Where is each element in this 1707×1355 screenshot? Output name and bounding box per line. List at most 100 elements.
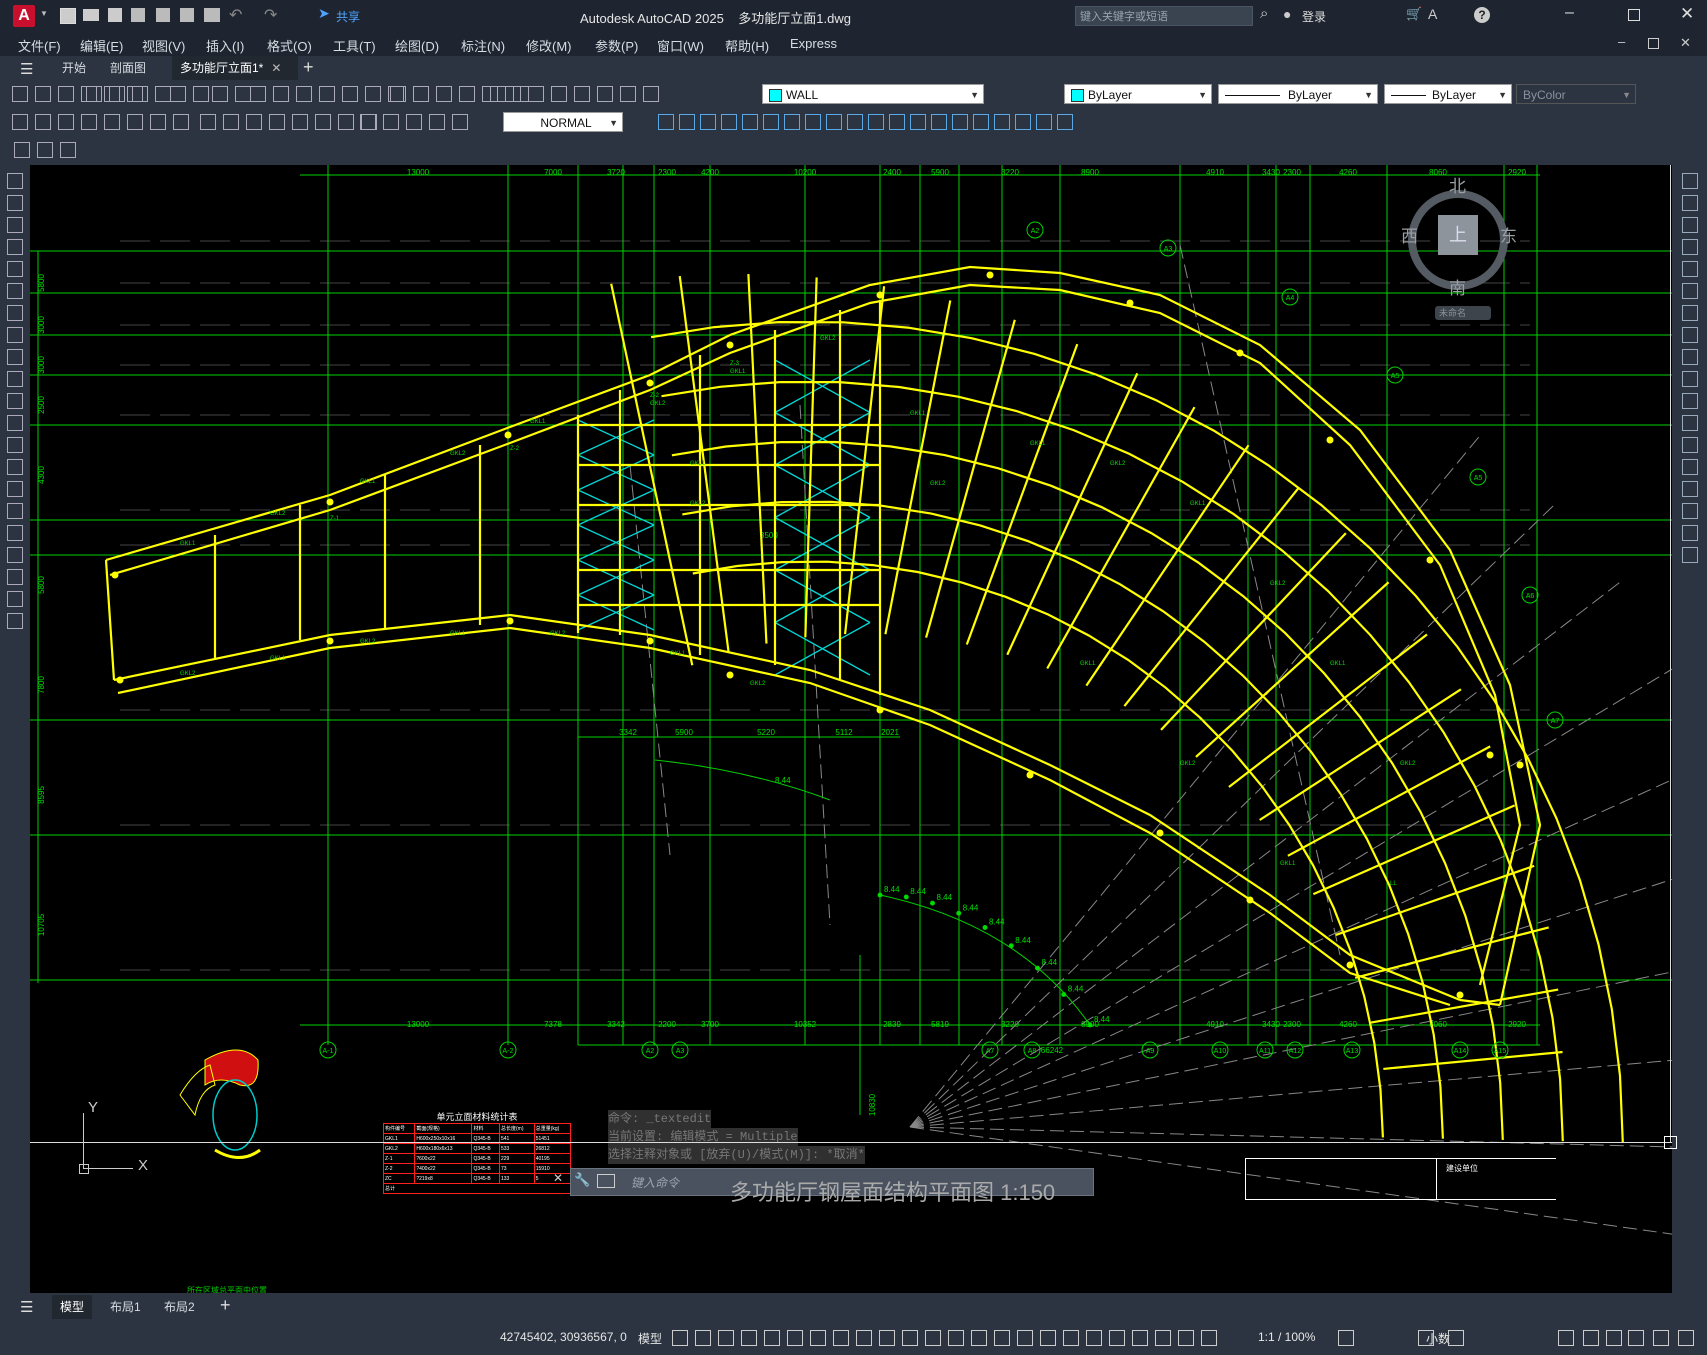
autodesk-account-icon[interactable]: A <box>1428 6 1437 22</box>
standard-tool-icon[interactable] <box>212 86 228 102</box>
status-tool-icon[interactable] <box>1606 1330 1622 1346</box>
tab-active-drawing[interactable]: 多功能厅立面1* ✕ <box>172 56 298 80</box>
coordinates-readout[interactable]: 42745402, 30936567, 0 <box>500 1330 627 1344</box>
draw-tool-icon[interactable] <box>7 569 23 585</box>
layout-menu-icon[interactable]: ☰ <box>20 1298 33 1316</box>
modify-tool-icon[interactable] <box>826 114 842 130</box>
status-toggle-icon[interactable] <box>1086 1330 1102 1346</box>
viewcube-top-face[interactable]: 上 <box>1438 215 1478 255</box>
status-toggle-icon[interactable] <box>1017 1330 1033 1346</box>
undo-icon[interactable]: ↶ <box>229 5 242 25</box>
status-toggle-icon[interactable] <box>971 1330 987 1346</box>
standard-tool-icon[interactable] <box>170 86 186 102</box>
status-toggle-icon[interactable] <box>1132 1330 1148 1346</box>
close-icon[interactable]: ✕ <box>1680 4 1694 24</box>
maximize-icon[interactable] <box>1628 9 1640 21</box>
standard-tool-icon[interactable] <box>528 86 544 102</box>
modify-tool-icon[interactable] <box>1682 547 1698 563</box>
command-recent-icon[interactable] <box>597 1174 615 1188</box>
modify-tool-icon[interactable] <box>658 114 674 130</box>
dimension-tool-icon[interactable] <box>292 114 308 130</box>
print-icon[interactable] <box>204 8 220 22</box>
save-as-icon[interactable] <box>131 8 145 22</box>
status-tool-icon[interactable] <box>1653 1330 1669 1346</box>
status-tool-icon[interactable] <box>1678 1330 1694 1346</box>
draw-tool-icon[interactable] <box>7 525 23 541</box>
modify-tool-icon[interactable] <box>910 114 926 130</box>
cart-icon[interactable]: 🛒 <box>1406 6 1422 22</box>
modify-tool-icon[interactable] <box>679 114 695 130</box>
share-icon[interactable]: ➤ <box>318 5 330 22</box>
draw-tool-icon[interactable] <box>7 327 23 343</box>
new-tab-icon[interactable]: + <box>303 57 314 78</box>
status-toggle-icon[interactable] <box>787 1330 803 1346</box>
layer-dropdown[interactable]: WALL ▼ <box>762 84 984 104</box>
status-toggle-icon[interactable] <box>856 1330 872 1346</box>
ucs-menu[interactable]: 未命名 <box>1435 306 1491 320</box>
modify-tool-icon[interactable] <box>889 114 905 130</box>
textstyle-dropdown[interactable]: NORMAL ▼ <box>503 112 623 132</box>
command-close-icon[interactable]: ✕ <box>553 1171 563 1185</box>
modify-tool-icon[interactable] <box>763 114 779 130</box>
doc-restore-icon[interactable] <box>1648 38 1659 49</box>
menu-dimension[interactable]: 标注(N) <box>461 36 505 55</box>
misc-tool-icon[interactable] <box>14 142 30 158</box>
draw-tool-icon[interactable] <box>7 305 23 321</box>
standard-tool-icon[interactable] <box>459 86 475 102</box>
draw-tool-icon[interactable] <box>7 371 23 387</box>
draw-tool-icon[interactable] <box>7 437 23 453</box>
draw-tool-icon[interactable] <box>7 173 23 189</box>
standard-tool-icon[interactable] <box>12 86 28 102</box>
doc-minimize-icon[interactable]: – <box>1618 34 1625 49</box>
standard-tool-icon[interactable] <box>155 86 171 102</box>
standard-tool-icon[interactable] <box>436 86 452 102</box>
dimension-tool-icon[interactable] <box>429 114 445 130</box>
status-tool-icon[interactable] <box>1448 1330 1464 1346</box>
dimension-tool-icon[interactable] <box>200 114 216 130</box>
dimension-tool-icon[interactable] <box>127 114 143 130</box>
modify-tool-icon[interactable] <box>868 114 884 130</box>
save-icon[interactable] <box>108 8 122 22</box>
standard-tool-icon[interactable] <box>319 86 335 102</box>
standard-tool-icon[interactable] <box>513 86 529 102</box>
dimension-tool-icon[interactable] <box>315 114 331 130</box>
modify-tool-icon[interactable] <box>1682 173 1698 189</box>
menu-format[interactable]: 格式(O) <box>267 36 312 55</box>
draw-tool-icon[interactable] <box>7 393 23 409</box>
search-icon[interactable]: ⌕ <box>1260 5 1268 22</box>
modify-tool-icon[interactable] <box>721 114 737 130</box>
menu-view[interactable]: 视图(V) <box>142 36 185 55</box>
modify-tool-icon[interactable] <box>1015 114 1031 130</box>
tab-model[interactable]: 模型 <box>52 1295 93 1319</box>
export-icon[interactable] <box>180 8 194 22</box>
dimension-tool-icon[interactable] <box>12 114 28 130</box>
modify-tool-icon[interactable] <box>1682 525 1698 541</box>
plotstyle-dropdown[interactable]: ByColor ▼ <box>1516 84 1636 104</box>
modify-tool-icon[interactable] <box>1682 283 1698 299</box>
standard-tool-icon[interactable] <box>250 86 266 102</box>
dimension-tool-icon[interactable] <box>58 114 74 130</box>
standard-tool-icon[interactable] <box>86 86 102 102</box>
modify-tool-icon[interactable] <box>847 114 863 130</box>
tab-layout2[interactable]: 布局2 <box>156 1295 203 1319</box>
tab-start[interactable]: 开始 <box>54 56 94 80</box>
standard-tool-icon[interactable] <box>620 86 636 102</box>
viewcube-south[interactable]: 南 <box>1449 274 1466 299</box>
redo-icon[interactable]: ↷ <box>264 5 277 25</box>
draw-tool-icon[interactable] <box>7 261 23 277</box>
draw-tool-icon[interactable] <box>7 503 23 519</box>
dimension-tool-icon[interactable] <box>383 114 399 130</box>
dimension-tool-icon[interactable] <box>150 114 166 130</box>
dimension-tool-icon[interactable] <box>338 114 354 130</box>
standard-tool-icon[interactable] <box>109 86 125 102</box>
modify-tool-icon[interactable] <box>1682 393 1698 409</box>
status-toggle-icon[interactable] <box>879 1330 895 1346</box>
modify-tool-icon[interactable] <box>700 114 716 130</box>
dimension-tool-icon[interactable] <box>81 114 97 130</box>
standard-tool-icon[interactable] <box>574 86 590 102</box>
menu-insert[interactable]: 插入(I) <box>206 36 244 55</box>
tab-layout1[interactable]: 布局1 <box>102 1295 149 1319</box>
status-toggle-icon[interactable] <box>902 1330 918 1346</box>
status-toggle-icon[interactable] <box>672 1330 688 1346</box>
grip-square[interactable] <box>1664 1136 1677 1149</box>
